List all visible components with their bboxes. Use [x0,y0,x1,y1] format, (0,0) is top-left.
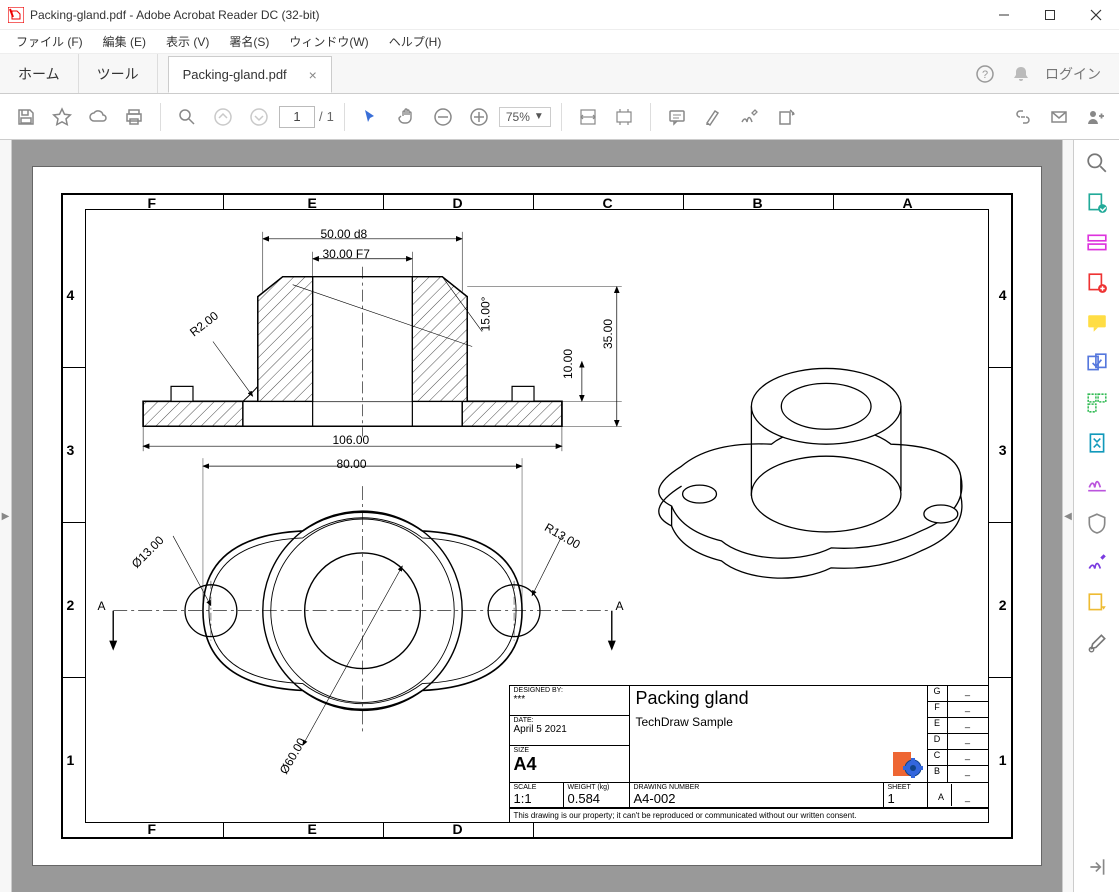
toolbar: / 1 75% ▼ [0,94,1119,140]
save-icon[interactable] [10,101,42,133]
content-area: ▶ F E D C B A F E D 4 3 2 [0,140,1119,892]
search-icon[interactable] [1082,148,1112,178]
more-tools-icon[interactable] [1082,628,1112,658]
login-link[interactable]: ログイン [1045,64,1101,84]
section-label: A [616,599,624,613]
menu-edit[interactable]: 編集 (E) [93,31,156,52]
svg-text:?: ? [982,69,988,81]
menu-sign[interactable]: 署名(S) [219,31,279,52]
dim-label: 80.00 [337,457,367,471]
collapse-panel-icon[interactable] [1082,852,1112,882]
maximize-button[interactable] [1027,0,1073,30]
tabs-row: ホーム ツール Packing-gland.pdf × ? ログイン [0,54,1119,94]
create-pdf-icon[interactable] [1082,268,1112,298]
title-block: DESIGNED BY: *** DATE: April 5 2021 SIZE… [509,685,989,823]
fit-page-icon[interactable] [608,101,640,133]
dim-label: 35.00 [601,319,615,349]
window-title: Packing-gland.pdf - Adobe Acrobat Reader… [30,8,320,22]
tab-tools[interactable]: ツール [79,54,158,93]
document-tab[interactable]: Packing-gland.pdf × [168,56,332,93]
zoom-in-icon[interactable] [463,101,495,133]
fill-sign-icon[interactable] [1082,468,1112,498]
organize-icon[interactable] [1082,388,1112,418]
pdf-app-icon [8,7,24,23]
export-pdf-icon[interactable] [1082,188,1112,218]
dim-label: 15.00° [478,297,492,332]
star-icon[interactable] [46,101,78,133]
fit-width-icon[interactable] [572,101,604,133]
hand-icon[interactable] [391,101,423,133]
document-viewer[interactable]: ▶ F E D C B A F E D 4 3 2 [0,140,1073,892]
dim-label: 30.00 F7 [323,247,370,261]
zoom-dropdown[interactable]: 75% ▼ [499,107,551,127]
mail-icon[interactable] [1043,101,1075,133]
comment-icon[interactable] [661,101,693,133]
close-button[interactable] [1073,0,1119,30]
dim-label: 10.00 [561,349,575,379]
select-arrow-icon[interactable] [355,101,387,133]
title-bar: Packing-gland.pdf - Adobe Acrobat Reader… [0,0,1119,30]
comment-tool-icon[interactable] [1082,308,1112,338]
share-user-icon[interactable] [1079,101,1111,133]
close-tab-icon[interactable]: × [309,67,317,83]
convert-icon[interactable] [1082,588,1112,618]
left-panel-toggle[interactable]: ▶ [0,140,12,892]
rotate-icon[interactable] [769,101,801,133]
freecad-logo-icon [891,750,923,778]
compress-icon[interactable] [1082,428,1112,458]
menu-view[interactable]: 表示 (V) [156,31,219,52]
window-controls [981,0,1119,30]
dim-label: 106.00 [333,433,370,447]
right-tools-panel: ◀ [1073,140,1119,892]
tab-home[interactable]: ホーム [0,54,79,93]
page-down-icon[interactable] [243,101,275,133]
chevron-down-icon: ▼ [534,111,544,122]
right-panel-toggle[interactable]: ◀ [1062,140,1074,892]
protect-icon[interactable] [1082,508,1112,538]
highlight-icon[interactable] [697,101,729,133]
combine-icon[interactable] [1082,348,1112,378]
page-sep: / [319,109,323,124]
section-label: A [98,599,106,613]
sign-tool-icon[interactable] [1082,548,1112,578]
menu-file[interactable]: ファイル (F) [6,31,93,52]
menu-window[interactable]: ウィンドウ(W) [279,31,378,52]
page-up-icon[interactable] [207,101,239,133]
page-number-input[interactable] [279,106,315,128]
document-tab-label: Packing-gland.pdf [183,67,287,82]
menu-bar: ファイル (F) 編集 (E) 表示 (V) 署名(S) ウィンドウ(W) ヘル… [0,30,1119,54]
find-icon[interactable] [171,101,203,133]
sign-icon[interactable] [733,101,765,133]
notification-bell-icon[interactable] [1009,62,1033,86]
menu-help[interactable]: ヘルプ(H) [379,31,452,52]
minimize-button[interactable] [981,0,1027,30]
zoom-out-icon[interactable] [427,101,459,133]
zoom-value: 75% [506,110,530,124]
edit-pdf-icon[interactable] [1082,228,1112,258]
print-icon[interactable] [118,101,150,133]
cloud-icon[interactable] [82,101,114,133]
link-icon[interactable] [1007,101,1039,133]
page-total: 1 [327,109,334,124]
help-icon[interactable]: ? [973,62,997,86]
dim-label: 50.00 d8 [321,227,368,241]
pdf-page: F E D C B A F E D 4 3 2 1 4 3 2 1 [32,166,1042,866]
